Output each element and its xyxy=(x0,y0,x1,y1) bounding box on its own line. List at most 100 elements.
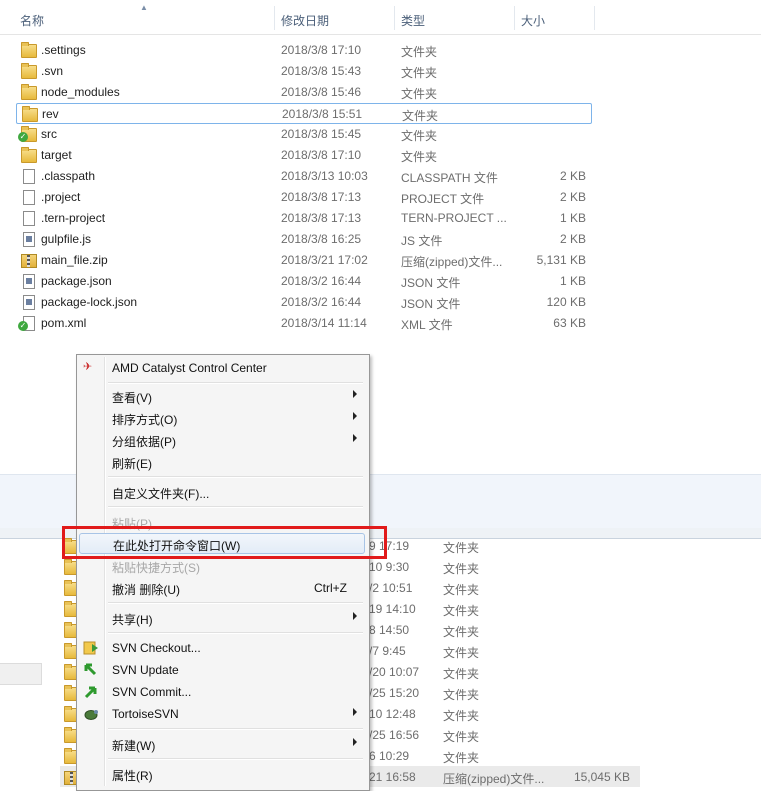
file-row[interactable]: ✓ src 2018/3/8 15:45 文件夹 xyxy=(16,124,590,145)
submenu-arrow-icon xyxy=(353,390,357,398)
file-row[interactable]: .settings 2018/3/8 17:10 文件夹 xyxy=(16,40,590,61)
file-row[interactable]: gulpfile.js 2018/3/8 16:25 JS 文件 2 KB xyxy=(16,229,590,250)
column-header-date[interactable]: 修改日期 xyxy=(281,12,329,29)
menu-item-label: 刷新(E) xyxy=(112,457,152,471)
file-type: TERN-PROJECT ... xyxy=(401,211,507,225)
file-date: 2018/3/2 16:44 xyxy=(281,295,362,309)
submenu-arrow-icon xyxy=(353,412,357,420)
file-row[interactable]: package.json 2018/3/2 16:44 JSON 文件 1 KB xyxy=(16,271,590,292)
file-size: 63 KB xyxy=(553,316,586,330)
file-type: 文件夹 xyxy=(443,562,480,576)
column-divider[interactable] xyxy=(274,6,275,30)
file-date: /25 15:20 xyxy=(369,686,420,700)
file-type: 文件夹 xyxy=(401,129,438,143)
file-date: 2018/3/14 11:14 xyxy=(281,316,367,330)
file-type: 压缩(zipped)文件... xyxy=(443,772,545,786)
file-row-selected[interactable]: rev 2018/3/8 15:51 文件夹 xyxy=(16,103,592,124)
menu-item-group[interactable]: 分组依据(P) xyxy=(79,430,365,450)
file-name: target xyxy=(41,148,72,162)
menu-separator xyxy=(108,632,363,634)
menu-item-refresh[interactable]: 刷新(E) xyxy=(79,452,365,472)
file-size: 15,045 KB xyxy=(573,770,630,784)
submenu-arrow-icon xyxy=(353,738,357,746)
menu-item-undo-delete[interactable]: 撤消 删除(U) Ctrl+Z xyxy=(79,578,365,598)
file-date: 2018/3/2 16:44 xyxy=(281,274,362,288)
menu-item-label: SVN Checkout... xyxy=(112,641,201,655)
file-date: 2018/3/21 17:02 xyxy=(281,253,368,267)
file-date: 2018/3/8 15:43 xyxy=(281,64,362,78)
file-date: 2018/3/8 17:13 xyxy=(281,190,362,204)
menu-item-share[interactable]: 共享(H) xyxy=(79,608,365,628)
file-size: 2 KB xyxy=(559,232,586,246)
menu-item-tortoisesvn[interactable]: TortoiseSVN xyxy=(79,704,365,724)
menu-item-label: 属性(R) xyxy=(112,769,153,783)
menu-item-view[interactable]: 查看(V) xyxy=(79,386,365,406)
menu-item-sort[interactable]: 排序方式(O) xyxy=(79,408,365,428)
file-date: 19 14:10 xyxy=(369,602,416,616)
file-type: PROJECT 文件 xyxy=(401,192,485,206)
file-date: 2018/3/8 17:13 xyxy=(281,211,362,225)
menu-item-amd-catalyst[interactable]: ✈ AMD Catalyst Control Center xyxy=(79,358,365,378)
menu-item-svn-checkout[interactable]: SVN Checkout... xyxy=(79,638,365,658)
file-type: CLASSPATH 文件 xyxy=(401,171,498,185)
svn-commit-icon xyxy=(83,684,99,700)
menu-separator xyxy=(108,506,363,508)
menu-item-paste-shortcut: 粘贴快捷方式(S) xyxy=(79,556,365,576)
file-icon xyxy=(20,210,36,226)
file-date: 2018/3/8 15:45 xyxy=(281,127,362,141)
file-name: .svn xyxy=(41,64,64,78)
menu-item-svn-commit[interactable]: SVN Commit... xyxy=(79,682,365,702)
file-date: /2 10:51 xyxy=(369,581,413,595)
file-size: 2 KB xyxy=(559,169,586,183)
menu-item-svn-update[interactable]: SVN Update xyxy=(79,660,365,680)
file-row[interactable]: target 2018/3/8 17:10 文件夹 xyxy=(16,145,590,166)
file-row[interactable]: ✓ pom.xml 2018/3/14 11:14 XML 文件 63 KB xyxy=(16,313,590,334)
file-type: 文件夹 xyxy=(401,87,438,101)
file-date: 2018/3/8 15:51 xyxy=(282,107,363,121)
file-name: package-lock.json xyxy=(41,295,138,309)
menu-item-label: SVN Commit... xyxy=(112,685,192,699)
file-date: 2018/3/13 10:03 xyxy=(281,169,368,183)
file-date: 21 16:58 xyxy=(369,770,416,784)
file-size: 5,131 KB xyxy=(536,253,586,267)
submenu-arrow-icon xyxy=(353,612,357,620)
file-row[interactable]: main_file.zip 2018/3/21 17:02 压缩(zipped)… xyxy=(16,250,590,271)
file-type: 压缩(zipped)文件... xyxy=(401,255,503,269)
file-type: 文件夹 xyxy=(443,583,480,597)
column-header: ▲ 名称 修改日期 类型 大小 xyxy=(0,0,761,35)
menu-separator xyxy=(108,728,363,730)
file-type: 文件夹 xyxy=(443,730,480,744)
menu-item-properties[interactable]: 属性(R) xyxy=(79,764,365,784)
file-date: 2018/3/8 17:10 xyxy=(281,148,362,162)
json-file-icon xyxy=(20,294,36,310)
file-date: 2018/3/8 16:25 xyxy=(281,232,362,246)
zip-icon xyxy=(20,252,37,268)
file-row[interactable]: .project 2018/3/8 17:13 PROJECT 文件 2 KB xyxy=(16,187,590,208)
menu-item-shortcut: Ctrl+Z xyxy=(314,581,347,595)
file-row[interactable]: .tern-project 2018/3/8 17:13 TERN-PROJEC… xyxy=(16,208,590,229)
file-row[interactable]: package-lock.json 2018/3/2 16:44 JSON 文件… xyxy=(16,292,590,313)
menu-item-customize-folder[interactable]: 自定义文件夹(F)... xyxy=(79,482,365,502)
menu-separator xyxy=(108,602,363,604)
file-type: 文件夹 xyxy=(443,688,480,702)
column-header-type[interactable]: 类型 xyxy=(401,12,425,29)
file-type: 文件夹 xyxy=(443,604,480,618)
file-type: 文件夹 xyxy=(443,625,480,639)
context-menu: ✈ AMD Catalyst Control Center 查看(V) 排序方式… xyxy=(76,354,370,791)
column-divider[interactable] xyxy=(594,6,595,30)
menu-item-new[interactable]: 新建(W) xyxy=(79,734,365,754)
file-name: package.json xyxy=(41,274,112,288)
column-header-name[interactable]: 名称 xyxy=(20,12,44,29)
file-name: .classpath xyxy=(41,169,96,183)
file-row[interactable]: .svn 2018/3/8 15:43 文件夹 xyxy=(16,61,590,82)
file-date: 2018/3/8 17:10 xyxy=(281,43,362,57)
column-divider[interactable] xyxy=(394,6,395,30)
column-divider[interactable] xyxy=(514,6,515,30)
nav-pane-item[interactable] xyxy=(0,663,42,685)
menu-item-label: 查看(V) xyxy=(112,391,152,405)
menu-separator xyxy=(108,382,363,384)
column-header-size[interactable]: 大小 xyxy=(521,12,545,29)
file-row[interactable]: node_modules 2018/3/8 15:46 文件夹 xyxy=(16,82,590,103)
file-row[interactable]: .classpath 2018/3/13 10:03 CLASSPATH 文件 … xyxy=(16,166,590,187)
sort-ascending-icon: ▲ xyxy=(140,3,148,12)
